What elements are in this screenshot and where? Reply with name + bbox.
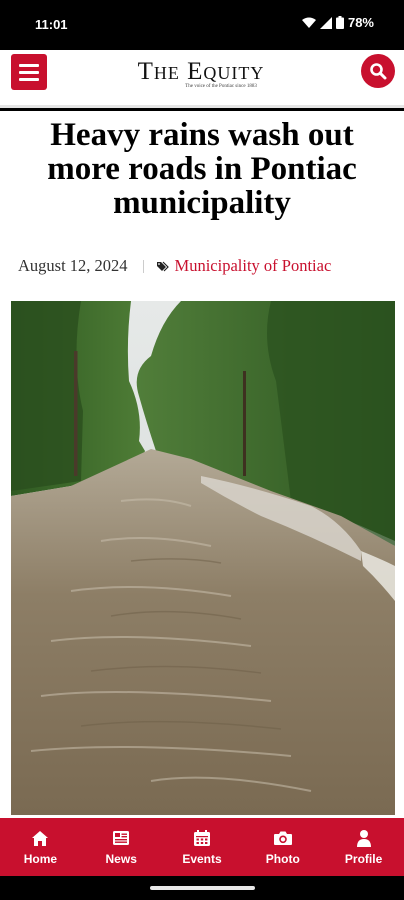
nav-events[interactable]: Events xyxy=(162,818,243,876)
app-header: The Equity The voice of the Pontiac sinc… xyxy=(0,50,404,108)
newspaper-icon xyxy=(112,828,130,848)
nav-photo[interactable]: Photo xyxy=(242,818,323,876)
search-icon xyxy=(370,63,387,80)
gesture-handle[interactable] xyxy=(150,886,255,890)
hamburger-menu-icon xyxy=(19,63,39,67)
masthead-title: The Equity xyxy=(137,58,265,85)
masthead-logo[interactable]: The Equity The voice of the Pontiac sinc… xyxy=(90,58,312,90)
nav-profile-label: Profile xyxy=(344,852,383,866)
nav-home-label: Home xyxy=(23,852,58,866)
nav-news-label: News xyxy=(105,852,137,866)
bottom-nav: Home News Events Photo Profile xyxy=(0,818,404,876)
hamburger-line xyxy=(19,77,39,81)
masthead-tagline: The voice of the Pontiac since 1883 xyxy=(185,84,257,89)
status-time: 11:01 xyxy=(35,17,68,32)
nav-profile[interactable]: Profile xyxy=(323,818,404,876)
system-gesture-area xyxy=(0,876,404,900)
search-button[interactable] xyxy=(361,54,395,88)
calendar-icon xyxy=(193,828,211,848)
status-bar: 11:01 78% xyxy=(0,0,404,50)
wifi-icon xyxy=(301,17,316,29)
status-icons: 78% xyxy=(301,15,374,30)
signal-icon xyxy=(319,16,332,29)
hamburger-line xyxy=(19,70,39,74)
camera-icon xyxy=(273,828,293,848)
article-headline: Heavy rains wash out more roads in Ponti… xyxy=(47,117,357,221)
battery-icon xyxy=(335,16,344,29)
nav-photo-label: Photo xyxy=(265,852,300,866)
article-date: August 12, 2024 xyxy=(18,256,128,275)
article-content[interactable]: Heavy rains wash out more roads in Ponti… xyxy=(0,111,404,818)
flooded-road-photo[interactable] xyxy=(11,301,395,815)
nav-events-label: Events xyxy=(182,852,222,866)
battery-percent: 78% xyxy=(347,15,374,30)
article-category-link[interactable]: Municipality of Pontiac xyxy=(175,256,332,276)
article-meta: August 12, 2024 Municipality of Pontiac xyxy=(18,256,398,276)
meta-divider xyxy=(142,259,144,273)
home-icon xyxy=(31,828,49,848)
tag-icon xyxy=(156,261,170,272)
nav-home[interactable]: Home xyxy=(0,818,81,876)
nav-news[interactable]: News xyxy=(81,818,162,876)
person-icon xyxy=(356,828,372,848)
menu-button[interactable] xyxy=(11,54,47,90)
